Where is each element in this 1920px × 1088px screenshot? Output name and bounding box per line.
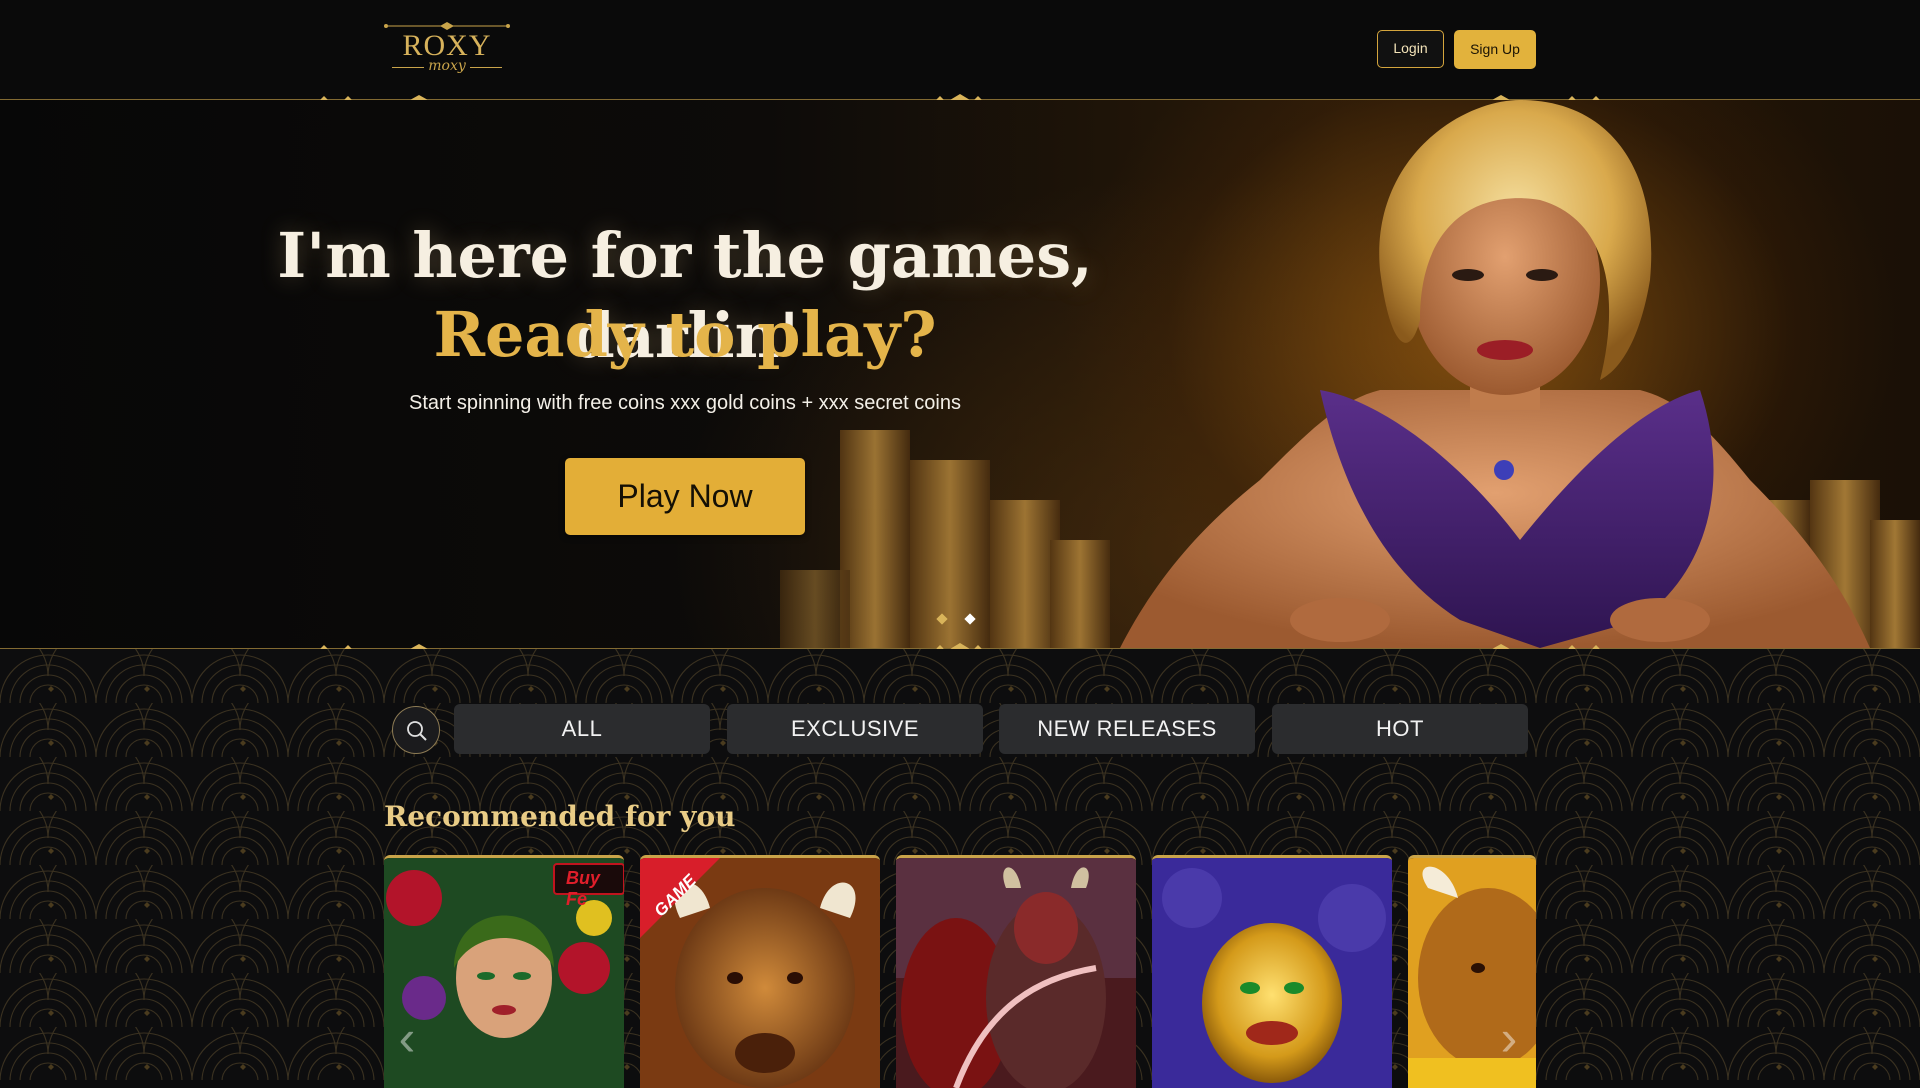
game-card[interactable]: GAME	[640, 855, 880, 1088]
section-title-recommended: Recommended for you	[384, 800, 736, 833]
signup-button[interactable]: Sign Up	[1454, 30, 1536, 69]
game-card[interactable]	[896, 855, 1136, 1088]
game-card[interactable]	[1152, 855, 1392, 1088]
tab-hot[interactable]: HOT	[1272, 704, 1528, 754]
hero-subtitle: Ready to play?	[433, 298, 937, 371]
tab-exclusive[interactable]: EXCLUSIVE	[727, 704, 983, 754]
tab-all[interactable]: ALL	[454, 704, 710, 754]
logo-divider	[470, 67, 502, 68]
slide-dot[interactable]	[936, 613, 948, 625]
chevron-left-icon[interactable]: ‹	[390, 1010, 424, 1066]
search-icon	[407, 721, 427, 741]
hero-description: Start spinning with free coins xxx gold …	[409, 392, 961, 414]
logo-subtext: moxy	[428, 58, 466, 74]
game-thumbnail	[1152, 858, 1392, 1088]
slide-indicator	[932, 613, 982, 627]
search-button[interactable]	[392, 706, 440, 754]
game-thumbnail	[896, 858, 1136, 1088]
chevron-right-icon[interactable]: ›	[1492, 1010, 1526, 1066]
game-badge: Buy Fe	[566, 868, 601, 909]
slide-dot-active[interactable]	[964, 613, 976, 625]
site-header: ROXY moxy Login Sign Up	[0, 0, 1920, 99]
play-now-button[interactable]: Play Now	[565, 458, 805, 535]
tab-new-releases[interactable]: NEW RELEASES	[999, 704, 1255, 754]
site-logo[interactable]: ROXY moxy	[384, 22, 510, 78]
login-button[interactable]: Login	[1377, 30, 1444, 68]
hero-banner[interactable]: I'm here for the games, darlin' Ready to…	[0, 100, 1920, 648]
